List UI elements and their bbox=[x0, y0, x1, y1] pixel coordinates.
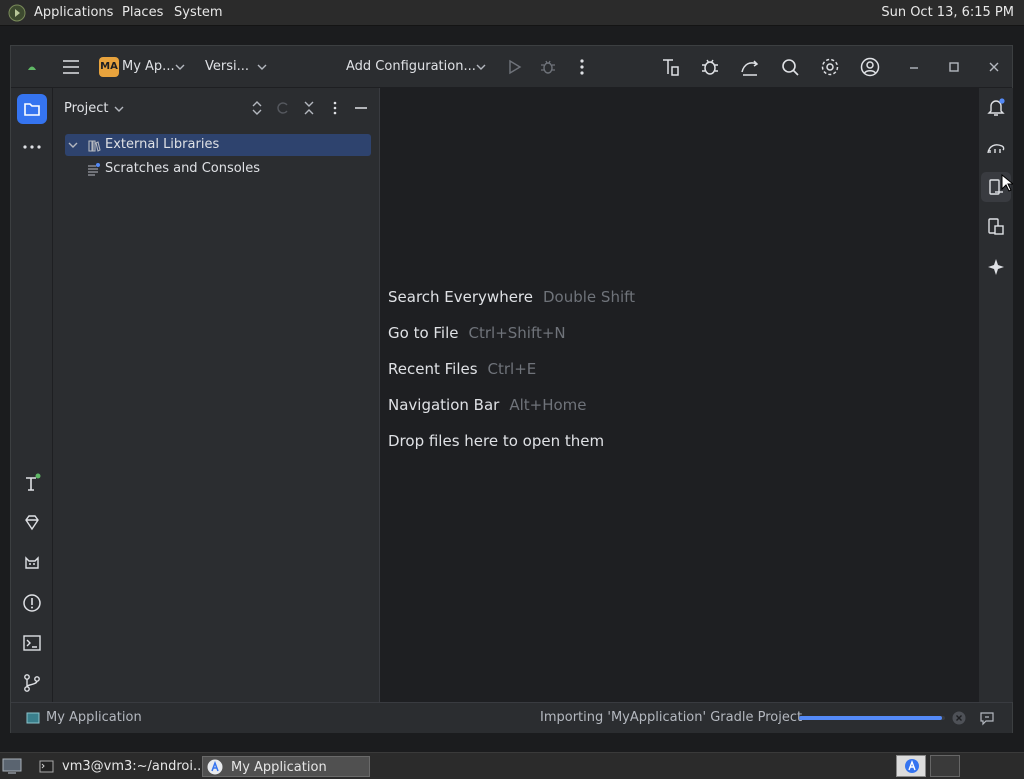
sync-gradle-icon[interactable] bbox=[739, 56, 761, 78]
vcs-widget[interactable]: Versi... bbox=[205, 59, 249, 75]
left-tool-strip bbox=[11, 88, 53, 702]
project-badge[interactable]: MA bbox=[99, 57, 119, 77]
android-icon bbox=[27, 62, 37, 72]
tree-item-external-libraries[interactable]: External Libraries bbox=[65, 134, 371, 156]
progress-bar[interactable] bbox=[799, 716, 945, 720]
tree-item-scratches[interactable]: Scratches and Consoles bbox=[65, 158, 371, 180]
clock[interactable]: Sun Oct 13, 6:15 PM bbox=[881, 0, 1014, 25]
git-branch-icon[interactable] bbox=[21, 672, 43, 694]
mouse-cursor-icon bbox=[1001, 174, 1013, 192]
android-studio-app-icon bbox=[904, 758, 920, 774]
ide-window: MA My Ap... Versi... Add Configuration..… bbox=[10, 45, 1013, 733]
logcat-icon[interactable] bbox=[21, 552, 43, 574]
problems-icon[interactable] bbox=[21, 592, 43, 614]
hint-action: Search Everywhere bbox=[388, 288, 533, 306]
chevron-down-icon[interactable] bbox=[174, 61, 186, 73]
terminal-app-icon bbox=[39, 759, 54, 774]
project-panel-title[interactable]: Project bbox=[64, 101, 108, 117]
hint-go-to-file: Go to File Ctrl+Shift+N bbox=[388, 324, 566, 342]
taskbar-item-terminal[interactable]: vm3@vm3:~/androi... bbox=[35, 756, 205, 777]
progress-fill bbox=[799, 716, 943, 720]
tree-item-label: Scratches and Consoles bbox=[105, 161, 261, 176]
terminal-icon[interactable] bbox=[21, 632, 43, 654]
gear-icon[interactable] bbox=[819, 56, 841, 78]
hint-action: Go to File bbox=[388, 324, 459, 342]
taskbar-item-label: vm3@vm3:~/androi... bbox=[62, 759, 206, 774]
main-toolbar: MA My Ap... Versi... Add Configuration..… bbox=[11, 46, 1012, 88]
hint-search-everywhere: Search Everywhere Double Shift bbox=[388, 288, 635, 306]
hint-drop-files: Drop files here to open them bbox=[388, 432, 604, 450]
chevron-down-icon[interactable] bbox=[113, 103, 125, 115]
hint-shortcut: Double Shift bbox=[543, 288, 636, 306]
show-desktop-icon[interactable] bbox=[2, 757, 22, 775]
run-configuration-dropdown[interactable]: Add Configuration... bbox=[346, 59, 476, 75]
collapse-all-icon[interactable] bbox=[301, 100, 317, 116]
locate-icon[interactable] bbox=[275, 100, 291, 116]
more-actions-icon[interactable] bbox=[571, 56, 593, 78]
options-icon[interactable] bbox=[327, 100, 343, 116]
hint-action: Recent Files bbox=[388, 360, 478, 378]
hint-navigation-bar: Navigation Bar Alt+Home bbox=[388, 396, 587, 414]
scratches-icon bbox=[87, 162, 101, 176]
project-tool-button[interactable] bbox=[17, 94, 47, 124]
gem-icon[interactable] bbox=[21, 512, 43, 534]
debug-icon[interactable] bbox=[537, 56, 559, 78]
editor-area[interactable]: Search Everywhere Double Shift Go to File… bbox=[380, 88, 978, 702]
background-task-label[interactable]: Importing 'MyApplication' Gradle Project bbox=[540, 710, 802, 725]
menu-places[interactable]: Places bbox=[122, 0, 163, 25]
chevron-down-icon[interactable] bbox=[475, 61, 487, 73]
project-tool-window: Project External Libraries Scratches and… bbox=[53, 88, 380, 702]
workspace-2[interactable] bbox=[930, 755, 960, 777]
build-icon[interactable] bbox=[21, 472, 43, 494]
menu-system[interactable]: System bbox=[174, 0, 222, 25]
workspace-switcher[interactable] bbox=[896, 755, 926, 777]
ai-assistant-icon[interactable] bbox=[985, 256, 1007, 278]
account-icon[interactable] bbox=[859, 56, 881, 78]
hint-recent-files: Recent Files Ctrl+E bbox=[388, 360, 536, 378]
main-menu-icon[interactable] bbox=[60, 56, 82, 78]
hint-shortcut: Ctrl+Shift+N bbox=[468, 324, 566, 342]
library-icon bbox=[87, 138, 101, 152]
android-studio-app-icon bbox=[207, 759, 223, 775]
hint-action: Drop files here to open them bbox=[388, 432, 605, 450]
notifications-icon[interactable] bbox=[985, 96, 1007, 118]
system-taskbar: vm3@vm3:~/androi... My Application bbox=[0, 752, 1024, 779]
close-icon[interactable] bbox=[983, 56, 1005, 78]
running-devices-icon[interactable] bbox=[985, 216, 1007, 238]
maximize-icon[interactable] bbox=[943, 56, 965, 78]
event-log-icon[interactable] bbox=[979, 710, 995, 726]
hint-shortcut: Alt+Home bbox=[509, 396, 587, 414]
taskbar-item-label: My Application bbox=[231, 760, 327, 775]
cancel-task-icon[interactable] bbox=[951, 710, 967, 726]
menu-applications[interactable]: Applications bbox=[34, 0, 113, 25]
tree-item-label: External Libraries bbox=[105, 137, 220, 152]
module-icon bbox=[26, 711, 40, 725]
status-bar: My Application Importing 'MyApplication'… bbox=[11, 702, 1012, 733]
applications-menu-icon[interactable] bbox=[8, 4, 26, 22]
expand-all-icon[interactable] bbox=[249, 100, 265, 116]
system-top-panel: Applications Places System Sun Oct 13, 6… bbox=[0, 0, 1024, 26]
run-icon[interactable] bbox=[503, 56, 525, 78]
project-name-dropdown[interactable]: My Ap... bbox=[122, 59, 175, 75]
minimize-icon[interactable] bbox=[903, 56, 925, 78]
chevron-down-icon[interactable] bbox=[67, 139, 79, 151]
chevron-down-icon[interactable] bbox=[256, 61, 268, 73]
hint-shortcut: Ctrl+E bbox=[487, 360, 537, 378]
taskbar-item-android-studio[interactable]: My Application bbox=[202, 756, 370, 777]
hint-action: Navigation Bar bbox=[388, 396, 500, 414]
status-project-name[interactable]: My Application bbox=[46, 710, 142, 725]
bug-icon[interactable] bbox=[699, 56, 721, 78]
device-manager-icon[interactable] bbox=[659, 56, 681, 78]
more-tool-windows-icon[interactable] bbox=[21, 136, 43, 158]
search-icon[interactable] bbox=[779, 56, 801, 78]
gradle-icon[interactable] bbox=[985, 136, 1007, 158]
hide-panel-icon[interactable] bbox=[353, 100, 369, 116]
